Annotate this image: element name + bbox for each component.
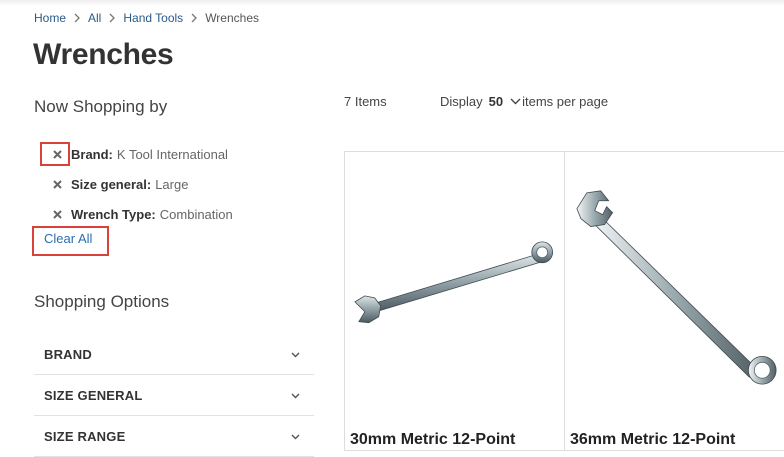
active-filter-wrench-type: Wrench Type: Combination <box>50 204 233 224</box>
per-page-label: items per page <box>522 94 609 109</box>
limiter: Display 50 items per page <box>440 94 608 109</box>
chevron-right-icon <box>183 13 205 23</box>
filter-value: Combination <box>159 206 233 222</box>
chevron-down-icon[interactable] <box>510 98 521 105</box>
filter-label: Wrench Type: <box>71 206 156 222</box>
filter-value: K Tool International <box>116 146 228 162</box>
filter-label: Size general: <box>71 176 152 192</box>
filter-value: Large <box>155 176 189 192</box>
filter-option-label: SIZE GENERAL <box>44 388 143 403</box>
breadcrumb-home[interactable]: Home <box>34 11 66 25</box>
remove-filter-icon[interactable] <box>50 177 64 191</box>
highlight-box-clear-all <box>32 226 109 256</box>
product-image-wrench[interactable] <box>345 152 564 422</box>
highlight-box-remove-brand <box>40 142 70 166</box>
breadcrumb-current: Wrenches <box>205 11 259 25</box>
display-label: Display <box>440 94 483 109</box>
active-filter-brand: Brand: K Tool International <box>50 144 228 164</box>
filter-label: Brand: <box>71 146 113 162</box>
filter-option-size-range[interactable]: SIZE RANGE <box>34 417 314 457</box>
product-name[interactable]: 30mm Metric 12-Point <box>350 431 515 449</box>
chevron-right-icon <box>101 13 123 23</box>
chevron-down-icon <box>291 434 300 440</box>
filter-option-label: SIZE RANGE <box>44 429 126 444</box>
item-count: 7 Items <box>344 94 387 109</box>
remove-filter-icon[interactable] <box>50 207 64 221</box>
breadcrumb-hand-tools[interactable]: Hand Tools <box>123 11 183 25</box>
product-name[interactable]: 36mm Metric 12-Point <box>570 431 735 449</box>
product-card[interactable]: 36mm Metric 12-Point <box>564 151 784 451</box>
filter-option-label: BRAND <box>44 347 92 362</box>
limit-select[interactable]: 50 <box>489 94 503 109</box>
breadcrumb-all[interactable]: All <box>88 11 101 25</box>
product-image-wrench[interactable] <box>565 152 784 422</box>
now-shopping-heading: Now Shopping by <box>34 97 168 116</box>
top-shadow <box>0 0 784 6</box>
page-title: Wrenches <box>33 38 174 71</box>
shopping-options-heading: Shopping Options <box>34 292 170 311</box>
chevron-right-icon <box>66 13 88 23</box>
product-card[interactable]: 30mm Metric 12-Point <box>344 151 565 451</box>
breadcrumb: Home All Hand Tools Wrenches <box>34 11 259 25</box>
chevron-down-icon <box>291 352 300 358</box>
active-filter-size-general: Size general: Large <box>50 174 188 194</box>
filter-option-size-general[interactable]: SIZE GENERAL <box>34 376 314 416</box>
chevron-down-icon <box>291 393 300 399</box>
filter-option-brand[interactable]: BRAND <box>34 335 314 375</box>
